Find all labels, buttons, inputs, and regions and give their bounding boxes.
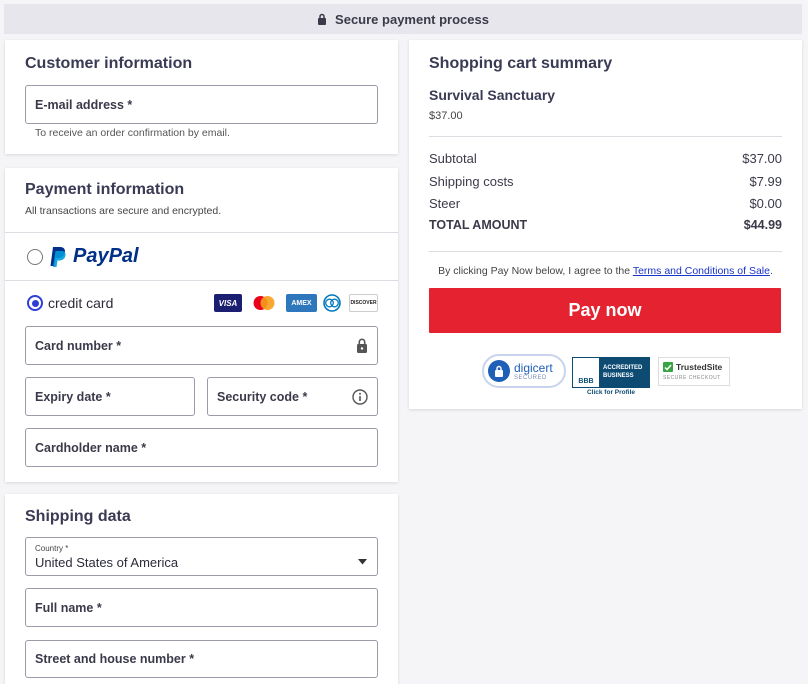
security-code-field[interactable]: Security code * (207, 377, 378, 416)
summary-row-label: Steer (429, 196, 461, 211)
digicert-sub: SECURED (514, 374, 547, 381)
amex-icon: AMEX (286, 294, 317, 312)
summary-row-label: Shipping costs (429, 174, 514, 189)
full-name-label: Full name * (35, 600, 102, 615)
paypal-radio[interactable] (27, 249, 43, 265)
terms-notice: By clicking Pay Now below, I agree to th… (429, 265, 782, 277)
terms-link[interactable]: Terms and Conditions of Sale (633, 265, 770, 277)
info-icon[interactable] (352, 388, 368, 405)
country-select-label: Country * (35, 543, 69, 553)
credit-card-radio[interactable] (27, 295, 43, 311)
shipping-data-title: Shipping data (25, 508, 131, 525)
email-field[interactable]: E-mail address * (25, 85, 378, 124)
padlock-icon (356, 338, 368, 353)
summary-row-value: $37.00 (742, 151, 782, 166)
full-name-field[interactable]: Full name * (25, 588, 378, 627)
bbb-mark-text: BBB (578, 378, 594, 385)
payment-info-card: Payment information All transactions are… (5, 168, 398, 482)
trustedsite-badge[interactable]: TrustedSite SECURE CHECKOUT (658, 357, 730, 386)
bbb-logo-icon: BBB (573, 358, 599, 387)
expiry-date-label: Expiry date * (35, 389, 111, 404)
summary-row-steer: Steer $0.00 (429, 196, 782, 211)
trustedsite-top: TrustedSite (663, 362, 729, 372)
terms-prefix: By clicking Pay Now below, I agree to th… (438, 265, 631, 277)
summary-divider-top (429, 136, 782, 137)
bbb-text: ACCREDITED BUSINESS (599, 358, 642, 387)
summary-row-subtotal: Subtotal $37.00 (429, 151, 782, 166)
street-field[interactable]: Street and house number * (25, 640, 378, 678)
mastercard-icon (250, 294, 278, 312)
total-value: $44.99 (743, 218, 782, 232)
paypal-label: PayPal (73, 245, 139, 267)
digicert-lock-icon (488, 360, 510, 382)
country-select[interactable]: Country * United States of America (25, 537, 378, 576)
trustedsite-sub: SECURE CHECKOUT (663, 375, 721, 381)
summary-divider-bottom (429, 251, 782, 252)
customer-info-card: Customer information E-mail address * To… (5, 40, 398, 154)
email-field-label: E-mail address * (35, 97, 133, 112)
email-hint: To receive an order confirmation by emai… (35, 127, 230, 139)
bbb-line1: ACCREDITED (603, 364, 643, 371)
summary-row-shipping: Shipping costs $7.99 (429, 174, 782, 189)
credit-card-label: credit card (48, 295, 114, 311)
card-number-field[interactable]: Card number * (25, 326, 378, 365)
digicert-badge[interactable]: digicert SECURED (482, 354, 566, 388)
digicert-main: digicert (514, 360, 553, 375)
chevron-down-icon (358, 554, 367, 568)
cart-summary-card: Shopping cart summary Survival Sanctuary… (409, 40, 802, 409)
discover-icon: DISCOVER (349, 294, 378, 312)
cart-summary-title: Shopping cart summary (429, 55, 613, 72)
amex-text: AMEX (291, 299, 312, 307)
paypal-option[interactable]: PayPal (5, 233, 398, 280)
shipping-data-card: Shipping data Country * United States of… (5, 494, 398, 684)
product-price: $37.00 (429, 110, 463, 122)
cardholder-name-field[interactable]: Cardholder name * (25, 428, 378, 467)
trustedsite-check-icon (663, 362, 673, 372)
card-brand-logos: VISA AMEX DISCOVER (214, 294, 378, 312)
card-number-label: Card number * (35, 338, 122, 353)
bbb-caption[interactable]: Click for Profile (572, 389, 650, 396)
bbb-badge[interactable]: BBB ACCREDITED BUSINESS (572, 357, 650, 388)
summary-row-total: TOTAL AMOUNT $44.99 (429, 218, 782, 232)
total-label: TOTAL AMOUNT (429, 218, 528, 232)
summary-row-value: $7.99 (749, 174, 782, 189)
summary-row-label: Subtotal (429, 151, 477, 166)
cardholder-name-label: Cardholder name * (35, 440, 147, 455)
customer-info-title: Customer information (25, 55, 193, 72)
secure-payment-bar: Secure payment process (4, 4, 802, 34)
payment-info-title: Payment information (25, 181, 185, 198)
summary-row-value: $0.00 (749, 196, 782, 211)
pay-now-button[interactable]: Pay now (429, 288, 781, 333)
lock-icon (317, 13, 327, 25)
street-label: Street and house number * (35, 652, 195, 666)
digicert-text: digicert SECURED (514, 362, 553, 381)
expiry-date-field[interactable]: Expiry date * (25, 377, 195, 416)
payment-info-subtitle: All transactions are secure and encrypte… (25, 205, 222, 217)
visa-icon: VISA (214, 294, 242, 312)
trustedsite-main: TrustedSite (676, 362, 723, 372)
product-name: Survival Sanctuary (429, 87, 556, 103)
terms-suffix: . (769, 265, 773, 277)
paypal-logo-icon (49, 246, 67, 273)
visa-text: VISA (218, 298, 238, 308)
discover-text: DISCOVER (350, 300, 377, 306)
country-select-value: United States of America (35, 554, 179, 570)
bbb-line2: BUSINESS (603, 372, 634, 379)
security-code-label: Security code * (217, 389, 308, 404)
diners-icon (322, 294, 342, 312)
secure-payment-text: Secure payment process (335, 11, 489, 27)
